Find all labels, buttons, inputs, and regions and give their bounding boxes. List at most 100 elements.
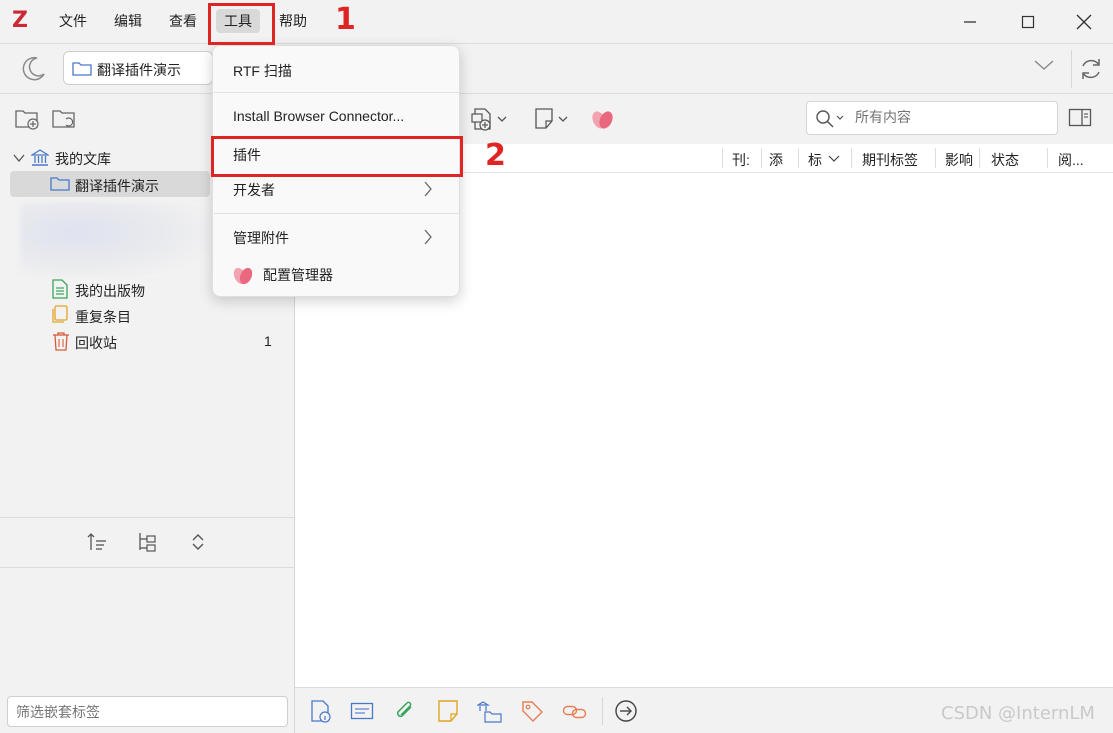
attachment-add-icon [471,108,507,131]
menuitem-config-manager[interactable]: 配置管理器 [263,265,333,285]
tree-icon [139,533,156,552]
chevron-updown-icon [192,534,204,550]
menu-view[interactable]: 查看 [169,11,197,31]
menu-file[interactable]: 文件 [59,11,87,31]
column-separator [979,148,980,168]
menuitem-manage-attachments[interactable]: 管理附件 [233,228,289,248]
petal-icon [592,111,613,129]
menuitem-install-connector[interactable]: Install Browser Connector... [233,108,404,124]
tabs-dropdown-button[interactable] [1033,58,1055,72]
related-link-icon[interactable] [562,700,588,722]
search-field[interactable] [806,101,1058,135]
divider [602,697,603,725]
column-header-status[interactable]: 状态 [991,150,1019,170]
sync-icon [1082,59,1100,79]
trash-icon [53,332,69,351]
blurred-collections [20,202,210,278]
column-header-title[interactable]: 标 [808,150,826,170]
menu-help[interactable]: 帮助 [279,11,307,31]
library-tab[interactable]: 翻译插件演示 [63,51,213,85]
sync-button[interactable] [1078,56,1104,82]
duplicate-icon [52,305,68,323]
zotero-logo: Z [12,8,28,33]
chevron-right-icon [424,181,432,197]
sort-button[interactable] [86,531,108,553]
tag-filter-field[interactable] [7,696,288,727]
tag-tree-button[interactable] [136,531,158,553]
trash-count: 1 [264,333,272,349]
folder-icon [50,177,70,191]
duplicates-label[interactable]: 重复条目 [75,307,131,327]
menu-separator [214,213,460,214]
dark-mode-toggle[interactable] [18,53,48,83]
maximize-icon [1021,15,1035,29]
menu-edit[interactable]: 编辑 [114,11,142,31]
petal-icon [233,267,253,285]
petal-button[interactable] [590,106,616,132]
my-publications-label[interactable]: 我的出版物 [75,281,145,301]
sidebar-toggle-icon [1068,108,1092,127]
sticky-note-icon[interactable] [437,699,459,723]
library-tab-label: 翻译插件演示 [97,62,181,78]
toggle-item-pane-button[interactable] [1068,107,1092,129]
new-saved-search-button[interactable] [52,107,78,131]
menu-separator [214,92,460,93]
column-separator [935,148,936,168]
highlight-tools-menu [208,3,275,45]
close-icon [1076,14,1092,30]
column-header-read[interactable]: 阅... [1058,150,1084,170]
library-icon [31,149,49,166]
column-separator [722,148,723,168]
collection-label: 翻译插件演示 [75,178,159,194]
new-collection-button[interactable] [15,107,41,131]
tag-filter-input[interactable] [8,697,287,726]
search-icon [816,110,844,128]
column-header-added[interactable]: 添 [769,150,789,170]
menu-bar: Z 文件 编辑 查看 工具 帮助 [0,0,1113,44]
add-attachment-button[interactable] [470,106,510,132]
zotero-window: Z 文件 编辑 查看 工具 帮助 翻译插件演示 我的文库 翻译插件演示 我的出版… [0,0,1113,733]
paperclip-icon[interactable] [393,699,417,723]
sort-chevron-icon [828,155,840,162]
column-separator [1047,148,1048,168]
note-icon [535,108,568,129]
maximize-button[interactable] [1013,10,1043,34]
moon-icon [22,56,45,81]
column-separator [798,148,799,168]
column-header-impact[interactable]: 影响 [945,150,973,170]
minimize-button[interactable] [955,10,985,34]
new-folder-icon [15,110,39,130]
close-button[interactable] [1069,10,1099,34]
document-icon [52,279,68,299]
divider [0,567,295,568]
step-number-1: 1 [335,2,356,37]
step-number-2: 2 [485,138,506,173]
info-doc-icon[interactable] [309,699,333,723]
expand-arrow-icon[interactable] [13,153,25,163]
abstract-icon[interactable] [350,701,374,721]
folder-icon [72,62,92,76]
column-header-journal-tags[interactable]: 期刊标签 [862,150,918,170]
expand-collapse-button[interactable] [187,531,209,553]
tab-bar: 翻译插件演示 [0,44,1113,94]
chevron-right-icon [424,229,432,245]
column-header-journal[interactable]: 刊: [732,150,752,170]
saved-search-folder-icon [52,110,75,128]
minimize-icon [964,21,976,23]
menuitem-developer[interactable]: 开发者 [233,180,275,200]
sort-icon [87,533,106,550]
divider [1071,50,1072,88]
locate-arrow-icon[interactable] [613,698,639,724]
tag-icon[interactable] [520,699,544,723]
highlight-plugins-item [211,136,463,177]
menuitem-rtf-scan[interactable]: RTF 扫描 [233,61,292,81]
new-note-button[interactable] [533,106,573,132]
trash-label[interactable]: 回收站 [75,333,117,353]
my-library-label[interactable]: 我的文库 [55,149,111,169]
search-input[interactable] [855,109,1045,125]
chevron-down-icon [1034,60,1054,70]
divider [0,517,295,518]
libraries-collections-icon[interactable] [477,699,503,723]
watermark: CSDN @InternLM [941,703,1095,724]
column-separator [761,148,762,168]
